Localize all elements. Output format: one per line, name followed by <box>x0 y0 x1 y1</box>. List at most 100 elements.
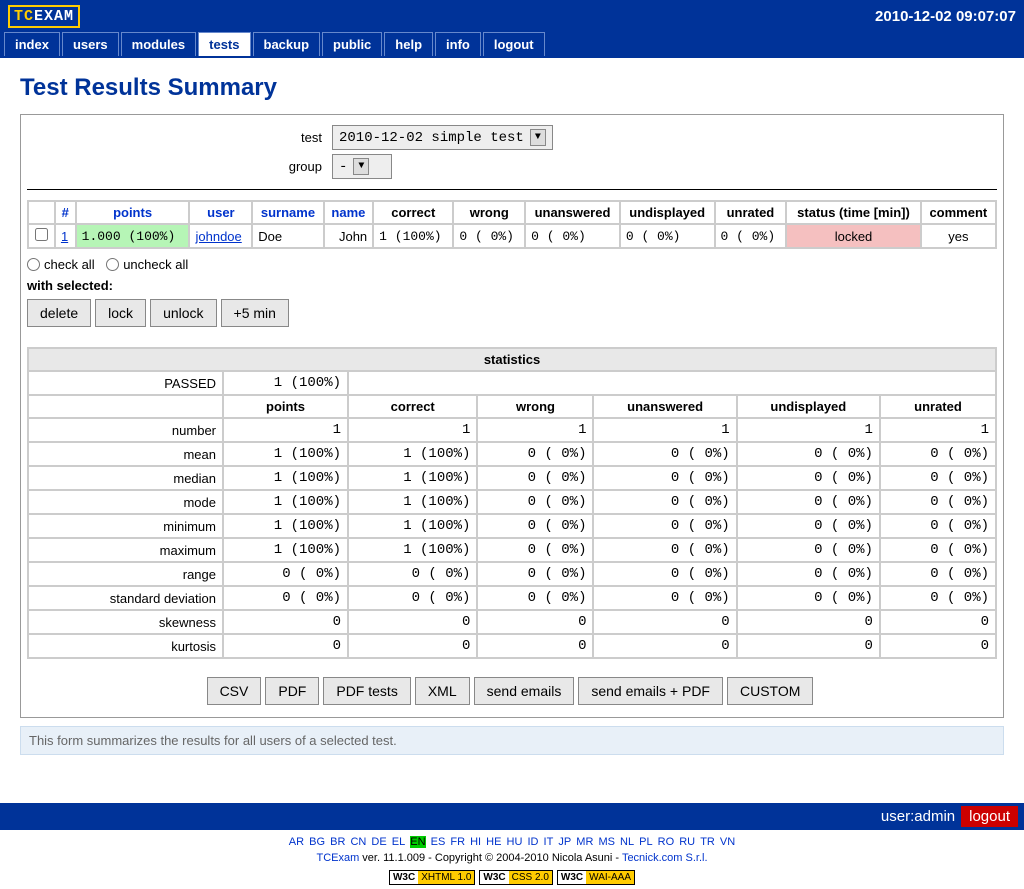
w3c-badge[interactable]: W3CWAI-AAA <box>557 870 635 885</box>
stats-val: 1 (100%) <box>348 514 477 538</box>
lang-ro[interactable]: RO <box>658 836 675 848</box>
row-user[interactable]: johndoe <box>189 224 252 248</box>
nav-info[interactable]: info <box>435 32 481 56</box>
stats-col-wrong: wrong <box>477 395 593 418</box>
stats-val: 1 <box>348 418 477 442</box>
lang-ar[interactable]: AR <box>289 836 304 848</box>
delete-button[interactable]: delete <box>27 299 91 327</box>
check-all-input[interactable] <box>27 258 40 271</box>
stats-val: 0 ( 0%) <box>348 586 477 610</box>
uncheck-all-label: uncheck all <box>123 257 188 272</box>
nav-help[interactable]: help <box>384 32 433 56</box>
col-status (time [min]): status (time [min]) <box>786 201 920 224</box>
lang-nl[interactable]: NL <box>620 836 634 848</box>
row-undisplayed: 0 ( 0%) <box>620 224 715 248</box>
nav-users[interactable]: users <box>62 32 119 56</box>
stats-val: 0 <box>593 634 736 658</box>
col-name[interactable]: name <box>324 201 374 224</box>
w3c-badge[interactable]: W3CXHTML 1.0 <box>389 870 475 885</box>
lang-vn[interactable]: VN <box>720 836 735 848</box>
form-box: test 2010-12-02 simple test ▼ group - ▼ … <box>20 114 1004 718</box>
lang-jp[interactable]: JP <box>558 836 571 848</box>
lang-mr[interactable]: MR <box>576 836 593 848</box>
lang-el[interactable]: EL <box>392 836 405 848</box>
lang-cn[interactable]: CN <box>350 836 366 848</box>
logo[interactable]: TCEXAM <box>8 5 80 28</box>
lang-en[interactable]: EN <box>410 836 425 848</box>
col-points[interactable]: points <box>76 201 190 224</box>
check-all-label: check all <box>44 257 95 272</box>
col-#[interactable]: # <box>55 201 76 224</box>
col-checkbox <box>28 201 55 224</box>
lang-pl[interactable]: PL <box>639 836 652 848</box>
lang-fr[interactable]: FR <box>450 836 465 848</box>
nav-logout[interactable]: logout <box>483 32 545 56</box>
stats-row: kurtosis000000 <box>28 634 996 658</box>
col-correct: correct <box>373 201 453 224</box>
send-emails---pdf-button[interactable]: send emails + PDF <box>578 677 723 705</box>
stats-row: maximum1 (100%)1 (100%)0 ( 0%)0 ( 0%)0 (… <box>28 538 996 562</box>
lang-de[interactable]: DE <box>371 836 386 848</box>
uncheck-all-radio[interactable]: uncheck all <box>106 257 188 272</box>
nav-backup[interactable]: backup <box>253 32 321 56</box>
company-link[interactable]: Tecnick.com S.r.l. <box>622 852 708 864</box>
-5-min-button[interactable]: +5 min <box>221 299 289 327</box>
stats-row: standard deviation0 ( 0%)0 ( 0%)0 ( 0%)0… <box>28 586 996 610</box>
col-user[interactable]: user <box>189 201 252 224</box>
check-all-radio[interactable]: check all <box>27 257 95 272</box>
lang-ms[interactable]: MS <box>598 836 615 848</box>
lang-hu[interactable]: HU <box>507 836 523 848</box>
pdf-tests-button[interactable]: PDF tests <box>323 677 410 705</box>
stats-val: 1 (100%) <box>223 538 348 562</box>
nav-index[interactable]: index <box>4 32 60 56</box>
stats-val: 0 ( 0%) <box>593 586 736 610</box>
lang-it[interactable]: IT <box>544 836 554 848</box>
stats-val: 0 ( 0%) <box>223 562 348 586</box>
stats-val: 0 ( 0%) <box>880 514 996 538</box>
col-unanswered: unanswered <box>525 201 620 224</box>
csv-button[interactable]: CSV <box>207 677 262 705</box>
lang-es[interactable]: ES <box>431 836 446 848</box>
stats-val: 0 <box>737 634 880 658</box>
uncheck-all-input[interactable] <box>106 258 119 271</box>
nav-modules[interactable]: modules <box>121 32 196 56</box>
nav-public[interactable]: public <box>322 32 382 56</box>
w3c-badge[interactable]: W3CCSS 2.0 <box>479 870 552 885</box>
logout-button[interactable]: logout <box>961 806 1018 827</box>
lang-he[interactable]: HE <box>486 836 501 848</box>
stats-val: 0 ( 0%) <box>593 490 736 514</box>
footer-user: admin <box>914 808 955 825</box>
row-num[interactable]: 1 <box>55 224 76 248</box>
unlock-button[interactable]: unlock <box>150 299 216 327</box>
app-link[interactable]: TCExam <box>316 852 359 864</box>
pdf-button[interactable]: PDF <box>265 677 319 705</box>
test-select[interactable]: 2010-12-02 simple test ▼ <box>332 125 553 150</box>
stats-val: 0 ( 0%) <box>737 442 880 466</box>
group-select[interactable]: - ▼ <box>332 154 392 179</box>
language-bar: AR BG BR CN DE EL EN ES FR HI HE HU ID I… <box>0 836 1024 848</box>
lang-br[interactable]: BR <box>330 836 345 848</box>
col-surname[interactable]: surname <box>252 201 323 224</box>
stats-val: 0 ( 0%) <box>477 514 593 538</box>
stats-col-points: points <box>223 395 348 418</box>
stats-val: 0 <box>223 634 348 658</box>
send-emails-button[interactable]: send emails <box>474 677 575 705</box>
stats-val: 0 ( 0%) <box>737 586 880 610</box>
lang-hi[interactable]: HI <box>470 836 481 848</box>
lang-ru[interactable]: RU <box>679 836 695 848</box>
row-checkbox[interactable] <box>35 228 48 241</box>
stats-val: 0 ( 0%) <box>737 514 880 538</box>
xml-button[interactable]: XML <box>415 677 470 705</box>
stats-label: median <box>28 466 223 490</box>
row-surname: Doe <box>252 224 323 248</box>
stats-val: 0 <box>223 610 348 634</box>
custom-button[interactable]: CUSTOM <box>727 677 813 705</box>
lang-bg[interactable]: BG <box>309 836 325 848</box>
lang-id[interactable]: ID <box>527 836 538 848</box>
stats-val: 0 ( 0%) <box>737 538 880 562</box>
stats-val: 1 (100%) <box>348 442 477 466</box>
lang-tr[interactable]: TR <box>700 836 715 848</box>
lock-button[interactable]: lock <box>95 299 146 327</box>
stats-val: 0 ( 0%) <box>593 514 736 538</box>
nav-tests[interactable]: tests <box>198 32 250 56</box>
